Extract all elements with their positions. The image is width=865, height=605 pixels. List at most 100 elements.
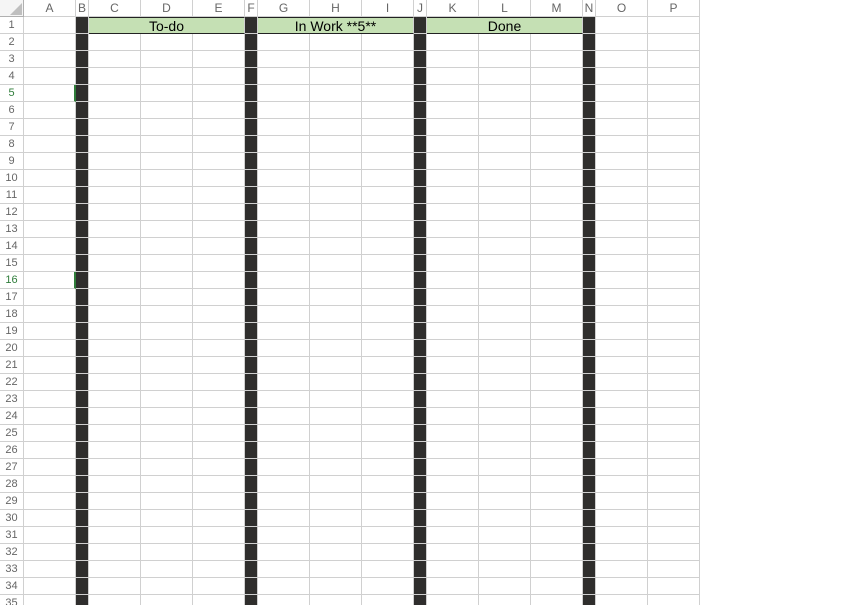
cell-F19[interactable] — [245, 323, 258, 340]
cell-K24[interactable] — [427, 408, 479, 425]
cell-F4[interactable] — [245, 68, 258, 85]
cell-F3[interactable] — [245, 51, 258, 68]
cell-J31[interactable] — [414, 527, 427, 544]
cell-I22[interactable] — [362, 374, 414, 391]
cell-M3[interactable] — [531, 51, 583, 68]
cell-J15[interactable] — [414, 255, 427, 272]
cell-H25[interactable] — [310, 425, 362, 442]
cell-K19[interactable] — [427, 323, 479, 340]
cell-N26[interactable] — [583, 442, 596, 459]
cell-P13[interactable] — [648, 221, 700, 238]
cell-E29[interactable] — [193, 493, 245, 510]
cell-L9[interactable] — [479, 153, 531, 170]
cell-K17[interactable] — [427, 289, 479, 306]
cell-B32[interactable] — [76, 544, 89, 561]
cell-D7[interactable] — [141, 119, 193, 136]
cell-K10[interactable] — [427, 170, 479, 187]
cell-O6[interactable] — [596, 102, 648, 119]
row-header-35[interactable]: 35 — [0, 595, 24, 605]
cell-L32[interactable] — [479, 544, 531, 561]
row-header-1[interactable]: 1 — [0, 17, 24, 34]
cell-M12[interactable] — [531, 204, 583, 221]
cell-C9[interactable] — [89, 153, 141, 170]
cell-E23[interactable] — [193, 391, 245, 408]
cell-F28[interactable] — [245, 476, 258, 493]
cell-P34[interactable] — [648, 578, 700, 595]
cell-F34[interactable] — [245, 578, 258, 595]
cell-O13[interactable] — [596, 221, 648, 238]
row-header-14[interactable]: 14 — [0, 238, 24, 255]
cell-C34[interactable] — [89, 578, 141, 595]
cell-M8[interactable] — [531, 136, 583, 153]
cell-N29[interactable] — [583, 493, 596, 510]
cell-D15[interactable] — [141, 255, 193, 272]
cell-B16[interactable] — [76, 272, 89, 289]
cell-I15[interactable] — [362, 255, 414, 272]
row-header-24[interactable]: 24 — [0, 408, 24, 425]
cell-A22[interactable] — [24, 374, 76, 391]
cell-L34[interactable] — [479, 578, 531, 595]
cell-H31[interactable] — [310, 527, 362, 544]
cell-P17[interactable] — [648, 289, 700, 306]
cell-B20[interactable] — [76, 340, 89, 357]
row-header-19[interactable]: 19 — [0, 323, 24, 340]
cell-K6[interactable] — [427, 102, 479, 119]
cell-O2[interactable] — [596, 34, 648, 51]
cell-K12[interactable] — [427, 204, 479, 221]
cell-F14[interactable] — [245, 238, 258, 255]
cell-G11[interactable] — [258, 187, 310, 204]
cell-E30[interactable] — [193, 510, 245, 527]
cell-L5[interactable] — [479, 85, 531, 102]
cell-P9[interactable] — [648, 153, 700, 170]
cell-D22[interactable] — [141, 374, 193, 391]
row-header-12[interactable]: 12 — [0, 204, 24, 221]
cell-K26[interactable] — [427, 442, 479, 459]
cell-C23[interactable] — [89, 391, 141, 408]
cell-J18[interactable] — [414, 306, 427, 323]
row-header-2[interactable]: 2 — [0, 34, 24, 51]
cell-F32[interactable] — [245, 544, 258, 561]
cell-P28[interactable] — [648, 476, 700, 493]
cell-A30[interactable] — [24, 510, 76, 527]
cell-K7[interactable] — [427, 119, 479, 136]
cell-C20[interactable] — [89, 340, 141, 357]
cell-C17[interactable] — [89, 289, 141, 306]
cell-F25[interactable] — [245, 425, 258, 442]
cell-M28[interactable] — [531, 476, 583, 493]
cell-K16[interactable] — [427, 272, 479, 289]
cell-L6[interactable] — [479, 102, 531, 119]
cell-J6[interactable] — [414, 102, 427, 119]
cell-A16[interactable] — [24, 272, 76, 289]
cell-N20[interactable] — [583, 340, 596, 357]
cell-H8[interactable] — [310, 136, 362, 153]
cell-C15[interactable] — [89, 255, 141, 272]
cell-F27[interactable] — [245, 459, 258, 476]
cell-O11[interactable] — [596, 187, 648, 204]
cell-E7[interactable] — [193, 119, 245, 136]
cell-M25[interactable] — [531, 425, 583, 442]
cell-M15[interactable] — [531, 255, 583, 272]
cell-O5[interactable] — [596, 85, 648, 102]
cell-P20[interactable] — [648, 340, 700, 357]
cell-B9[interactable] — [76, 153, 89, 170]
cell-A4[interactable] — [24, 68, 76, 85]
col-header-O[interactable]: O — [596, 0, 648, 17]
cell-C11[interactable] — [89, 187, 141, 204]
cell-C14[interactable] — [89, 238, 141, 255]
cell-J33[interactable] — [414, 561, 427, 578]
cell-J35[interactable] — [414, 595, 427, 605]
cell-N15[interactable] — [583, 255, 596, 272]
row-header-5[interactable]: 5 — [0, 85, 24, 102]
cell-N17[interactable] — [583, 289, 596, 306]
cell-K21[interactable] — [427, 357, 479, 374]
col-header-H[interactable]: H — [310, 0, 362, 17]
cell-H26[interactable] — [310, 442, 362, 459]
row-header-3[interactable]: 3 — [0, 51, 24, 68]
cell-E5[interactable] — [193, 85, 245, 102]
cell-J10[interactable] — [414, 170, 427, 187]
cell-O8[interactable] — [596, 136, 648, 153]
cell-B23[interactable] — [76, 391, 89, 408]
cell-O32[interactable] — [596, 544, 648, 561]
cell-A28[interactable] — [24, 476, 76, 493]
cell-L33[interactable] — [479, 561, 531, 578]
